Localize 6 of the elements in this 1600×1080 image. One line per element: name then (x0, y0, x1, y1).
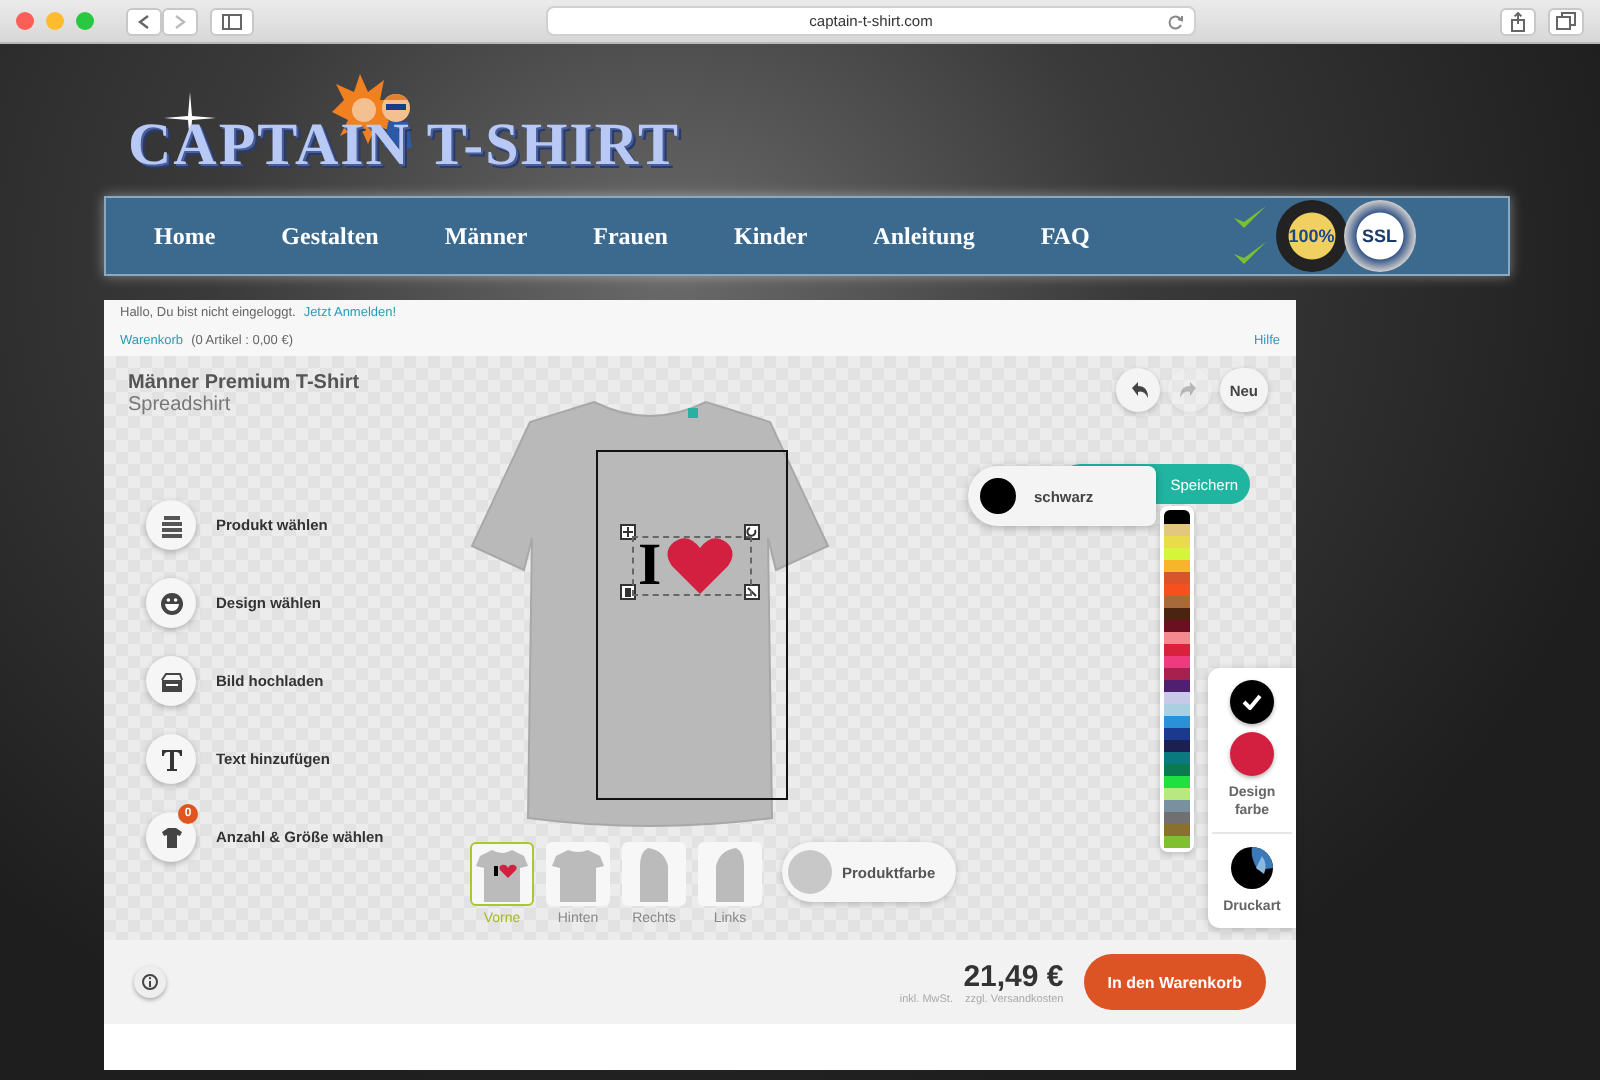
product-name: Männer Premium T-Shirt (128, 372, 362, 394)
trust-seal: SSL (1343, 200, 1416, 272)
trust-seal: 100% (1275, 200, 1348, 272)
price-text: 21,49 € (963, 959, 1064, 993)
product-brand: Spreadshirt (128, 394, 233, 416)
design-text: I (638, 538, 662, 594)
